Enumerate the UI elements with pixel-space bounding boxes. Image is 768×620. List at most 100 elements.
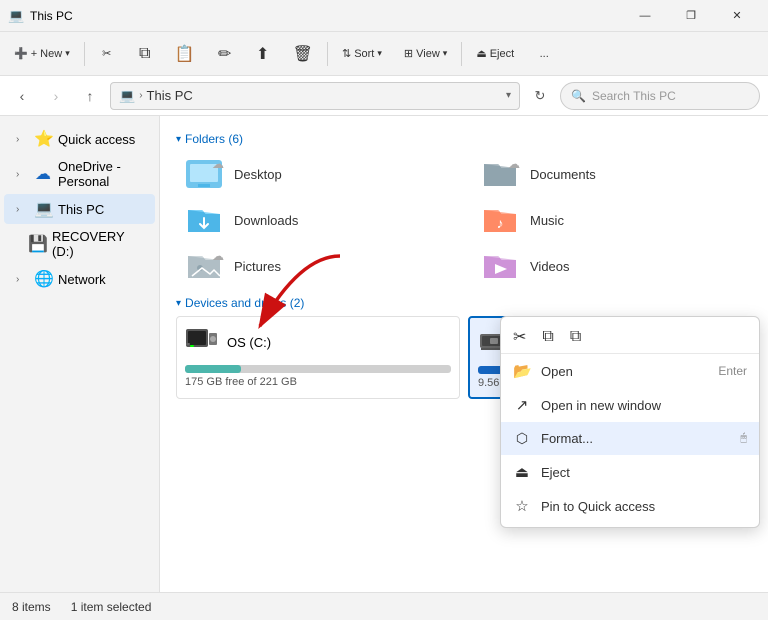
maximize-button[interactable]: ❐ (668, 0, 714, 32)
folders-section-header[interactable]: ▾ Folders (6) (176, 132, 752, 146)
search-box[interactable]: 🔍 Search This PC (560, 82, 760, 110)
svg-text:♪: ♪ (497, 215, 504, 231)
folders-grid: ☁ Desktop ☁ Documents (176, 152, 752, 288)
minimize-button[interactable]: — (622, 0, 668, 32)
forward-button[interactable]: › (42, 82, 70, 110)
ctx-paste-icon[interactable]: ⧉ (570, 328, 581, 346)
search-icon: 🔍 (571, 89, 586, 103)
context-menu: ✂ ⧉ ⧉ 📂 Open Enter ↗ Open in new window … (500, 316, 760, 528)
network-arrow: › (16, 274, 28, 285)
new-button[interactable]: ➕ + New ▾ (4, 36, 80, 72)
up-button[interactable]: ↑ (76, 82, 104, 110)
folder-documents[interactable]: ☁ Documents (472, 152, 752, 196)
devices-chevron: ▾ (176, 298, 181, 309)
context-toolbar: ✂ ⧉ ⧉ (501, 321, 759, 354)
ctx-eject-icon: ⏏ (513, 463, 531, 481)
sidebar: › ⭐ Quick access › ☁ OneDrive - Personal… (0, 116, 160, 592)
ctx-open-shortcut: Enter (718, 364, 747, 378)
paste-button[interactable]: 📋 (165, 36, 205, 72)
ctx-eject-label: Eject (541, 465, 747, 480)
cut-icon: ✂ (102, 47, 111, 60)
back-button[interactable]: ‹ (8, 82, 36, 110)
drive-c-icon (185, 325, 219, 359)
cut-button[interactable]: ✂ (89, 36, 125, 72)
path-dropdown-chevron: ▾ (506, 90, 511, 101)
share-button[interactable]: ⬆ (245, 36, 281, 72)
sidebar-item-recovery[interactable]: 💾 RECOVERY (D:) (4, 224, 155, 264)
refresh-button[interactable]: ↻ (526, 82, 554, 110)
delete-button[interactable]: 🗑 (283, 36, 323, 72)
ctx-eject[interactable]: ⏏ Eject (501, 455, 759, 489)
recovery-label: RECOVERY (D:) (52, 229, 147, 259)
ctx-cut-icon[interactable]: ✂ (513, 327, 526, 347)
new-dropdown-icon: ▾ (65, 48, 70, 59)
selected-count: 1 item selected (71, 600, 152, 614)
share-icon: ⬆ (256, 44, 269, 64)
drive-c-header: OS (C:) (185, 325, 451, 359)
ctx-format[interactable]: ⬡ Format... 🖱 (501, 422, 759, 455)
eject-button[interactable]: ⏏ Eject (466, 36, 524, 72)
view-label: View (416, 48, 440, 60)
title-bar-title: This PC (30, 9, 622, 23)
path-chevron: › (139, 90, 142, 101)
this-pc-icon: 💻 (34, 199, 52, 219)
this-pc-label: This PC (58, 202, 147, 217)
network-label: Network (58, 272, 147, 287)
ctx-open-new-label: Open in new window (541, 398, 747, 413)
ctx-open[interactable]: 📂 Open Enter (501, 354, 759, 388)
view-icon: ⊞ (404, 47, 413, 60)
folder-downloads[interactable]: Downloads (176, 198, 456, 242)
sidebar-item-onedrive[interactable]: › ☁ OneDrive - Personal (4, 154, 155, 194)
item-count: 8 items (12, 600, 51, 614)
network-icon: 🌐 (34, 269, 52, 289)
folder-pictures[interactable]: ☁ Pictures (176, 244, 456, 288)
drive-c-bar-fill (185, 365, 241, 373)
ctx-pin-quick-access[interactable]: ☆ Pin to Quick access (501, 489, 759, 523)
close-button[interactable]: ✕ (714, 0, 760, 32)
onedrive-label: OneDrive - Personal (58, 159, 147, 189)
content-area: ▾ Folders (6) ☁ Desktop (160, 116, 768, 592)
sidebar-item-this-pc[interactable]: › 💻 This PC (4, 194, 155, 224)
sidebar-item-quick-access[interactable]: › ⭐ Quick access (4, 124, 155, 154)
recovery-icon: 💾 (28, 234, 46, 254)
desktop-cloud-icon: ☁ (212, 157, 224, 171)
ctx-copy-icon[interactable]: ⧉ (542, 328, 553, 346)
ctx-pin-icon: ☆ (513, 497, 531, 515)
ctx-open-new-icon: ↗ (513, 396, 531, 414)
this-pc-arrow: › (16, 204, 28, 215)
ctx-pin-label: Pin to Quick access (541, 499, 747, 514)
folder-music-icon: ♪ (480, 204, 520, 236)
drive-c[interactable]: OS (C:) 175 GB free of 221 GB (176, 316, 460, 399)
path-icon: 💻 (119, 88, 135, 104)
separator-3 (461, 42, 462, 66)
separator-2 (327, 42, 328, 66)
folder-desktop[interactable]: ☁ Desktop (176, 152, 456, 196)
quick-access-label: Quick access (58, 132, 147, 147)
sort-icon: ⇅ (342, 47, 351, 60)
address-path[interactable]: 💻 › This PC ▾ (110, 82, 520, 110)
folder-music[interactable]: ♪ Music (472, 198, 752, 242)
copy-button[interactable]: ⧉ (127, 36, 163, 72)
view-button[interactable]: ⊞ View ▾ (394, 36, 457, 72)
sort-dropdown-icon: ▾ (377, 48, 382, 59)
ctx-open-new-window[interactable]: ↗ Open in new window (501, 388, 759, 422)
more-icon: ... (540, 48, 549, 60)
quick-access-arrow: › (16, 134, 28, 145)
sidebar-item-network[interactable]: › 🌐 Network (4, 264, 155, 294)
view-dropdown-icon: ▾ (443, 48, 448, 59)
copy-icon: ⧉ (139, 45, 150, 63)
title-bar: 💻 This PC — ❐ ✕ (0, 0, 768, 32)
more-button[interactable]: ... (526, 36, 562, 72)
devices-section-header[interactable]: ▾ Devices and drives (2) (176, 296, 752, 310)
sort-button[interactable]: ⇅ Sort ▾ (332, 36, 392, 72)
delete-icon: 🗑 (293, 44, 313, 64)
folder-videos-label: Videos (530, 259, 570, 274)
rename-button[interactable]: ✏ (207, 36, 243, 72)
drive-c-bar-bg (185, 365, 451, 373)
toolbar: ➕ + New ▾ ✂ ⧉ 📋 ✏ ⬆ 🗑 ⇅ Sort ▾ ⊞ View ▾ (0, 32, 768, 76)
devices-section-label: Devices and drives (2) (185, 296, 304, 310)
folder-videos[interactable]: Videos (472, 244, 752, 288)
ctx-format-icon: ⬡ (513, 430, 531, 447)
folder-desktop-label: Desktop (234, 167, 282, 182)
folder-pictures-label: Pictures (234, 259, 281, 274)
